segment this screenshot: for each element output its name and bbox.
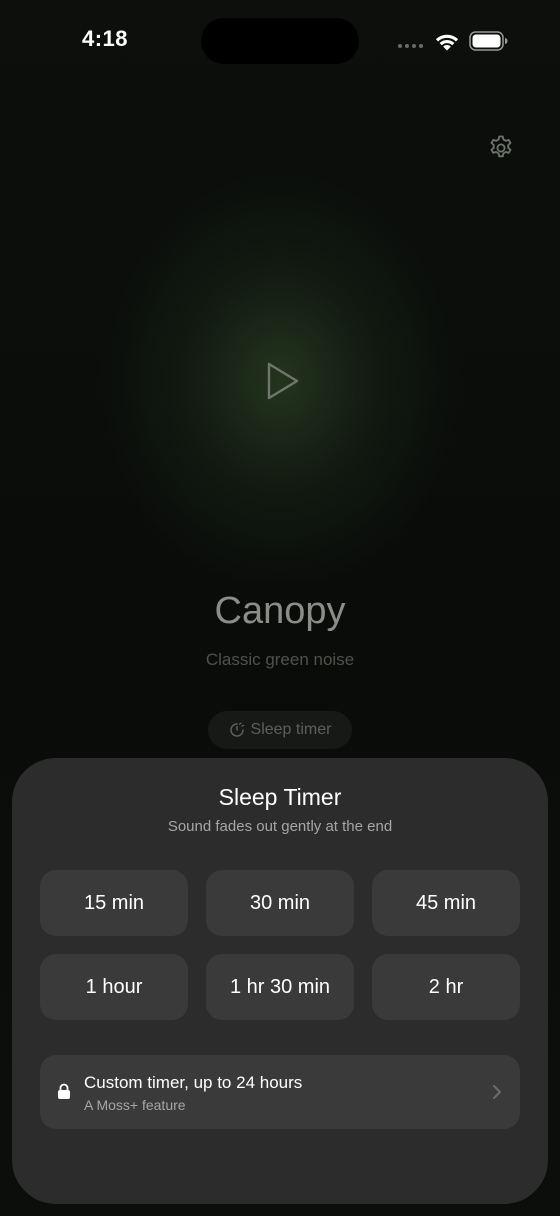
status-bar: 4:18	[0, 0, 560, 84]
track-title: Canopy	[214, 590, 346, 632]
app-screen: 4:18 Canopy Classic green noise Sleep ti…	[0, 0, 560, 1216]
custom-timer-title: Custom timer, up to 24 hours	[84, 1073, 303, 1092]
timer-option-15-min[interactable]: 15 min	[40, 870, 188, 936]
sheet-subtitle: Sound fades out gently at the end	[167, 818, 393, 835]
wifi-icon	[435, 34, 459, 51]
play-button[interactable]	[258, 356, 308, 406]
sheet-title: Sleep Timer	[218, 784, 342, 810]
timer-option-45-min[interactable]: 45 min	[372, 870, 520, 936]
timer-option-30-min[interactable]: 30 min	[206, 870, 354, 936]
timer-option-2-hr[interactable]: 2 hr	[372, 954, 520, 1020]
lock-icon	[58, 1083, 70, 1099]
timer-options-grid: 15 min 30 min 45 min 1 hour 1 hr 30 min …	[40, 870, 520, 1020]
status-time: 4:18	[82, 26, 129, 51]
custom-timer-row[interactable]: Custom timer, up to 24 hours A Moss+ fea…	[40, 1055, 520, 1129]
moon-timer-icon	[229, 722, 244, 737]
chevron-right-icon	[493, 1085, 501, 1099]
battery-icon	[469, 31, 508, 51]
timer-option-1-hr-30-min[interactable]: 1 hr 30 min	[206, 954, 354, 1020]
sleep-timer-button[interactable]: Sleep timer	[208, 711, 352, 749]
gear-icon[interactable]	[487, 134, 515, 162]
custom-timer-subtitle: A Moss+ feature	[84, 1097, 186, 1113]
signal-icon	[398, 44, 423, 48]
play-icon	[267, 362, 299, 400]
sleep-timer-sheet: Sleep Timer Sound fades out gently at th…	[12, 758, 548, 1204]
track-subtitle: Classic green noise	[205, 650, 355, 669]
timer-option-1-hour[interactable]: 1 hour	[40, 954, 188, 1020]
sleep-timer-label: Sleep timer	[250, 721, 332, 738]
dynamic-island	[201, 18, 359, 64]
